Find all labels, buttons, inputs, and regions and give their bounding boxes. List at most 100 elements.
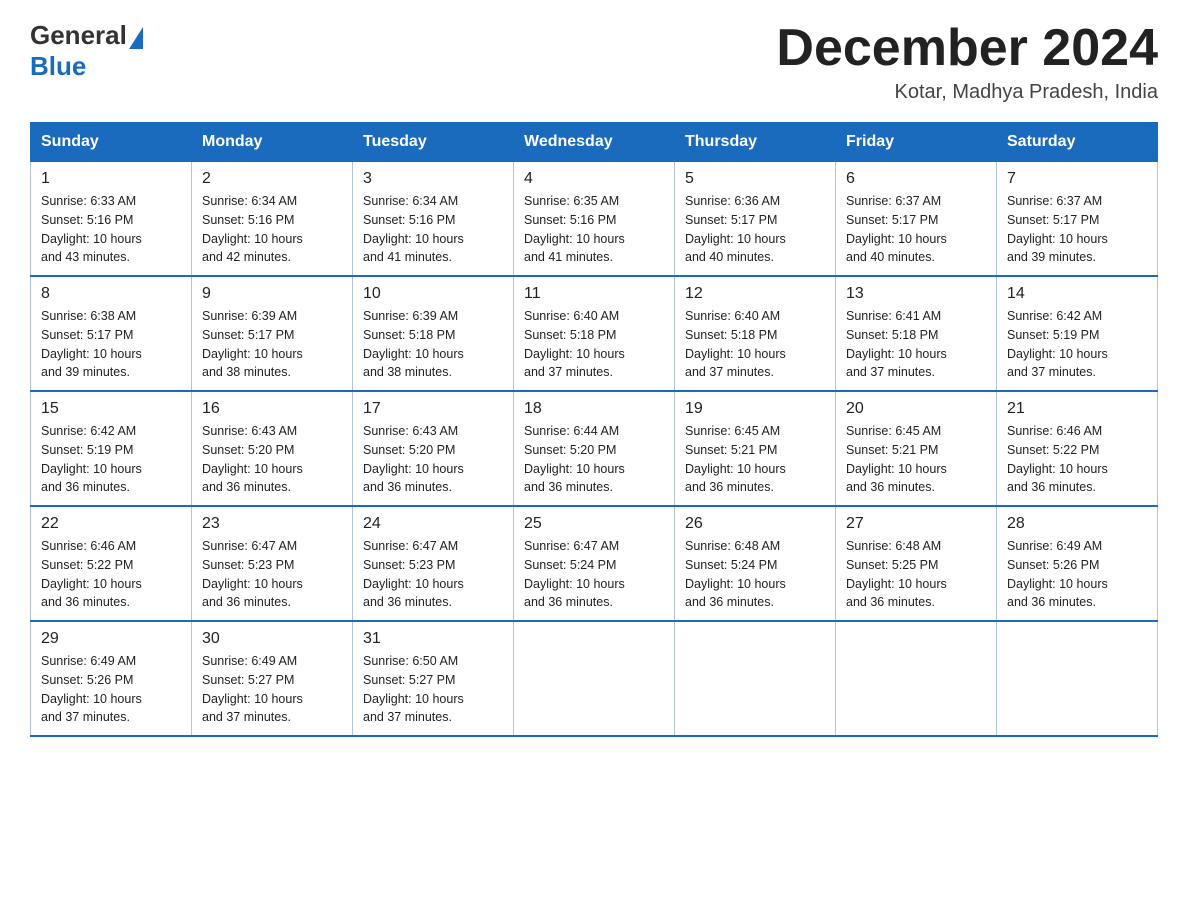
calendar-cell: 24 Sunrise: 6:47 AMSunset: 5:23 PMDaylig… <box>353 506 514 621</box>
day-info: Sunrise: 6:49 AMSunset: 5:26 PMDaylight:… <box>1007 537 1147 612</box>
weekday-header-row: SundayMondayTuesdayWednesdayThursdayFrid… <box>31 123 1158 162</box>
day-info: Sunrise: 6:34 AMSunset: 5:16 PMDaylight:… <box>363 192 503 267</box>
day-info: Sunrise: 6:47 AMSunset: 5:23 PMDaylight:… <box>202 537 342 612</box>
day-info: Sunrise: 6:43 AMSunset: 5:20 PMDaylight:… <box>363 422 503 497</box>
day-number: 7 <box>1007 170 1147 188</box>
calendar-cell: 29 Sunrise: 6:49 AMSunset: 5:26 PMDaylig… <box>31 621 192 736</box>
day-info: Sunrise: 6:42 AMSunset: 5:19 PMDaylight:… <box>1007 307 1147 382</box>
calendar-cell: 6 Sunrise: 6:37 AMSunset: 5:17 PMDayligh… <box>836 162 997 277</box>
calendar-cell: 30 Sunrise: 6:49 AMSunset: 5:27 PMDaylig… <box>192 621 353 736</box>
calendar-cell: 1 Sunrise: 6:33 AMSunset: 5:16 PMDayligh… <box>31 162 192 277</box>
day-number: 13 <box>846 285 986 303</box>
day-number: 1 <box>41 170 181 188</box>
calendar-cell: 12 Sunrise: 6:40 AMSunset: 5:18 PMDaylig… <box>675 276 836 391</box>
day-number: 22 <box>41 515 181 533</box>
logo-triangle-icon <box>129 27 143 49</box>
calendar-table: SundayMondayTuesdayWednesdayThursdayFrid… <box>30 122 1158 737</box>
day-info: Sunrise: 6:37 AMSunset: 5:17 PMDaylight:… <box>846 192 986 267</box>
day-info: Sunrise: 6:45 AMSunset: 5:21 PMDaylight:… <box>685 422 825 497</box>
calendar-cell: 8 Sunrise: 6:38 AMSunset: 5:17 PMDayligh… <box>31 276 192 391</box>
calendar-cell: 13 Sunrise: 6:41 AMSunset: 5:18 PMDaylig… <box>836 276 997 391</box>
page-header: General Blue December 2024 Kotar, Madhya… <box>30 20 1158 104</box>
day-info: Sunrise: 6:40 AMSunset: 5:18 PMDaylight:… <box>524 307 664 382</box>
day-number: 6 <box>846 170 986 188</box>
day-number: 11 <box>524 285 664 303</box>
calendar-cell: 21 Sunrise: 6:46 AMSunset: 5:22 PMDaylig… <box>997 391 1158 506</box>
week-row-4: 22 Sunrise: 6:46 AMSunset: 5:22 PMDaylig… <box>31 506 1158 621</box>
weekday-header-sunday: Sunday <box>31 123 192 162</box>
day-number: 9 <box>202 285 342 303</box>
day-info: Sunrise: 6:47 AMSunset: 5:24 PMDaylight:… <box>524 537 664 612</box>
day-number: 18 <box>524 400 664 418</box>
week-row-3: 15 Sunrise: 6:42 AMSunset: 5:19 PMDaylig… <box>31 391 1158 506</box>
calendar-cell <box>997 621 1158 736</box>
calendar-cell: 18 Sunrise: 6:44 AMSunset: 5:20 PMDaylig… <box>514 391 675 506</box>
day-number: 20 <box>846 400 986 418</box>
day-info: Sunrise: 6:46 AMSunset: 5:22 PMDaylight:… <box>1007 422 1147 497</box>
day-number: 8 <box>41 285 181 303</box>
day-info: Sunrise: 6:50 AMSunset: 5:27 PMDaylight:… <box>363 652 503 727</box>
day-number: 27 <box>846 515 986 533</box>
calendar-cell: 25 Sunrise: 6:47 AMSunset: 5:24 PMDaylig… <box>514 506 675 621</box>
weekday-header-monday: Monday <box>192 123 353 162</box>
week-row-1: 1 Sunrise: 6:33 AMSunset: 5:16 PMDayligh… <box>31 162 1158 277</box>
weekday-header-friday: Friday <box>836 123 997 162</box>
day-info: Sunrise: 6:39 AMSunset: 5:17 PMDaylight:… <box>202 307 342 382</box>
title-section: December 2024 Kotar, Madhya Pradesh, Ind… <box>776 20 1158 104</box>
day-number: 4 <box>524 170 664 188</box>
day-number: 30 <box>202 630 342 648</box>
day-info: Sunrise: 6:42 AMSunset: 5:19 PMDaylight:… <box>41 422 181 497</box>
day-number: 16 <box>202 400 342 418</box>
calendar-cell: 26 Sunrise: 6:48 AMSunset: 5:24 PMDaylig… <box>675 506 836 621</box>
calendar-cell: 16 Sunrise: 6:43 AMSunset: 5:20 PMDaylig… <box>192 391 353 506</box>
day-number: 25 <box>524 515 664 533</box>
day-number: 26 <box>685 515 825 533</box>
calendar-cell: 28 Sunrise: 6:49 AMSunset: 5:26 PMDaylig… <box>997 506 1158 621</box>
calendar-cell: 17 Sunrise: 6:43 AMSunset: 5:20 PMDaylig… <box>353 391 514 506</box>
calendar-cell: 3 Sunrise: 6:34 AMSunset: 5:16 PMDayligh… <box>353 162 514 277</box>
day-number: 19 <box>685 400 825 418</box>
day-number: 21 <box>1007 400 1147 418</box>
day-number: 28 <box>1007 515 1147 533</box>
weekday-header-thursday: Thursday <box>675 123 836 162</box>
calendar-cell: 19 Sunrise: 6:45 AMSunset: 5:21 PMDaylig… <box>675 391 836 506</box>
day-info: Sunrise: 6:33 AMSunset: 5:16 PMDaylight:… <box>41 192 181 267</box>
day-info: Sunrise: 6:49 AMSunset: 5:26 PMDaylight:… <box>41 652 181 727</box>
calendar-cell: 7 Sunrise: 6:37 AMSunset: 5:17 PMDayligh… <box>997 162 1158 277</box>
day-info: Sunrise: 6:39 AMSunset: 5:18 PMDaylight:… <box>363 307 503 382</box>
day-info: Sunrise: 6:49 AMSunset: 5:27 PMDaylight:… <box>202 652 342 727</box>
calendar-cell: 14 Sunrise: 6:42 AMSunset: 5:19 PMDaylig… <box>997 276 1158 391</box>
weekday-header-wednesday: Wednesday <box>514 123 675 162</box>
day-info: Sunrise: 6:34 AMSunset: 5:16 PMDaylight:… <box>202 192 342 267</box>
calendar-cell <box>675 621 836 736</box>
week-row-2: 8 Sunrise: 6:38 AMSunset: 5:17 PMDayligh… <box>31 276 1158 391</box>
day-info: Sunrise: 6:44 AMSunset: 5:20 PMDaylight:… <box>524 422 664 497</box>
day-number: 15 <box>41 400 181 418</box>
day-number: 31 <box>363 630 503 648</box>
day-number: 24 <box>363 515 503 533</box>
day-number: 14 <box>1007 285 1147 303</box>
day-info: Sunrise: 6:48 AMSunset: 5:24 PMDaylight:… <box>685 537 825 612</box>
day-number: 10 <box>363 285 503 303</box>
day-info: Sunrise: 6:35 AMSunset: 5:16 PMDaylight:… <box>524 192 664 267</box>
calendar-cell: 31 Sunrise: 6:50 AMSunset: 5:27 PMDaylig… <box>353 621 514 736</box>
calendar-cell <box>514 621 675 736</box>
day-info: Sunrise: 6:47 AMSunset: 5:23 PMDaylight:… <box>363 537 503 612</box>
calendar-cell <box>836 621 997 736</box>
calendar-cell: 4 Sunrise: 6:35 AMSunset: 5:16 PMDayligh… <box>514 162 675 277</box>
day-number: 17 <box>363 400 503 418</box>
day-number: 23 <box>202 515 342 533</box>
calendar-cell: 22 Sunrise: 6:46 AMSunset: 5:22 PMDaylig… <box>31 506 192 621</box>
calendar-cell: 2 Sunrise: 6:34 AMSunset: 5:16 PMDayligh… <box>192 162 353 277</box>
weekday-header-saturday: Saturday <box>997 123 1158 162</box>
logo: General Blue <box>30 20 143 82</box>
weekday-header-tuesday: Tuesday <box>353 123 514 162</box>
calendar-title: December 2024 <box>776 20 1158 77</box>
logo-general-text: General <box>30 20 127 51</box>
day-info: Sunrise: 6:43 AMSunset: 5:20 PMDaylight:… <box>202 422 342 497</box>
calendar-cell: 11 Sunrise: 6:40 AMSunset: 5:18 PMDaylig… <box>514 276 675 391</box>
day-number: 3 <box>363 170 503 188</box>
calendar-cell: 27 Sunrise: 6:48 AMSunset: 5:25 PMDaylig… <box>836 506 997 621</box>
calendar-cell: 15 Sunrise: 6:42 AMSunset: 5:19 PMDaylig… <box>31 391 192 506</box>
day-number: 12 <box>685 285 825 303</box>
